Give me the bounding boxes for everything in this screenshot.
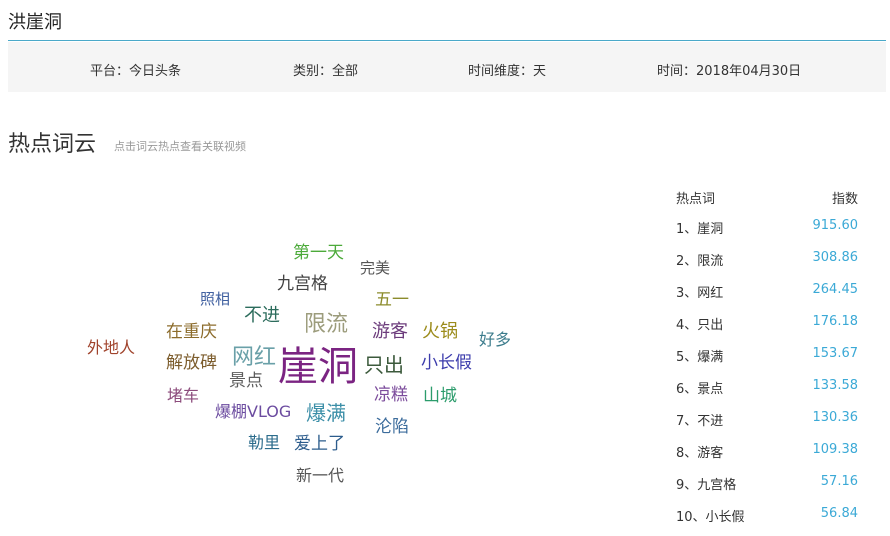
cloud-word[interactable]: 照相 bbox=[200, 292, 230, 307]
ranking-term: 1、崖洞 bbox=[676, 222, 724, 237]
cloud-word[interactable]: 完美 bbox=[360, 261, 390, 276]
ranking-term: 10、小长假 bbox=[676, 510, 745, 525]
filter-time-dimension: 时间维度：天 bbox=[468, 60, 546, 79]
ranking-term: 9、九宫格 bbox=[676, 478, 737, 493]
ranking-score: 56.84 bbox=[820, 506, 858, 521]
ranking-row[interactable]: 9、九宫格 57.16 bbox=[676, 464, 858, 496]
ranking-row[interactable]: 7、不进 130.36 bbox=[676, 400, 858, 432]
cloud-word[interactable]: 外地人 bbox=[87, 340, 135, 356]
cloud-word[interactable]: 五一 bbox=[375, 292, 409, 309]
cloud-word[interactable]: 崖洞 bbox=[278, 347, 358, 387]
cloud-word[interactable]: 新一代 bbox=[296, 468, 344, 484]
ranking-term: 5、爆满 bbox=[676, 350, 724, 365]
ranking-term: 7、不进 bbox=[676, 414, 724, 429]
ranking-score: 130.36 bbox=[812, 410, 859, 425]
ranking-row[interactable]: 2、限流 308.86 bbox=[676, 240, 858, 272]
ranking-term: 6、景点 bbox=[676, 382, 724, 397]
ranking-term: 3、网红 bbox=[676, 286, 724, 301]
cloud-word[interactable]: 九宫格 bbox=[277, 276, 328, 293]
filter-category-label: 类别： bbox=[293, 64, 333, 79]
ranking-row[interactable]: 8、游客 109.38 bbox=[676, 432, 858, 464]
filter-date-label: 时间： bbox=[657, 64, 697, 79]
filter-date: 时间：2018年04月30日 bbox=[657, 60, 801, 79]
cloud-word[interactable]: 火锅 bbox=[422, 323, 458, 341]
cloud-word[interactable]: 在重庆 bbox=[166, 324, 217, 341]
cloud-word[interactable]: 爆满 bbox=[306, 403, 346, 423]
cloud-word[interactable]: 爆棚VLOG bbox=[215, 404, 291, 420]
ranking-term: 2、限流 bbox=[676, 254, 724, 269]
ranking-score: 308.86 bbox=[812, 250, 859, 265]
page-title: 洪崖洞 bbox=[8, 12, 62, 33]
ranking-header-term: 热点词 bbox=[676, 192, 716, 207]
title-divider bbox=[8, 40, 886, 41]
ranking-table: 热点词 指数 1、崖洞 915.60 2、限流 308.86 3、网红 264.45 … bbox=[676, 188, 858, 528]
cloud-word[interactable]: 限流 bbox=[304, 314, 348, 336]
ranking-header: 热点词 指数 bbox=[676, 188, 858, 208]
filter-platform: 平台：今日头条 bbox=[90, 60, 181, 79]
ranking-score: 109.38 bbox=[812, 442, 859, 457]
ranking-row[interactable]: 4、只出 176.18 bbox=[676, 304, 858, 336]
ranking-score: 176.18 bbox=[812, 314, 859, 329]
ranking-term: 8、游客 bbox=[676, 446, 724, 461]
section-title: 热点词云 bbox=[8, 132, 97, 157]
cloud-word[interactable]: 第一天 bbox=[293, 245, 344, 262]
cloud-word[interactable]: 网红 bbox=[232, 347, 276, 369]
ranking-row[interactable]: 6、景点 133.58 bbox=[676, 368, 858, 400]
filter-time-dimension-label: 时间维度： bbox=[468, 64, 534, 79]
filter-category: 类别：全部 bbox=[293, 60, 358, 79]
cloud-word[interactable]: 堵车 bbox=[167, 388, 199, 404]
cloud-word[interactable]: 凉糕 bbox=[374, 387, 408, 404]
cloud-word[interactable]: 游客 bbox=[372, 323, 408, 341]
ranking-row[interactable]: 5、爆满 153.67 bbox=[676, 336, 858, 368]
cloud-word[interactable]: 沦陷 bbox=[375, 419, 409, 436]
cloud-word[interactable]: 不进 bbox=[244, 307, 280, 325]
ranking-row[interactable]: 1、崖洞 915.60 bbox=[676, 208, 858, 240]
ranking-score: 264.45 bbox=[812, 282, 859, 297]
filter-time-dimension-value: 天 bbox=[533, 64, 547, 79]
ranking-term: 4、只出 bbox=[676, 318, 724, 333]
ranking-score: 57.16 bbox=[820, 474, 858, 489]
ranking-score: 153.67 bbox=[812, 346, 859, 361]
ranking-header-score: 指数 bbox=[831, 192, 858, 207]
cloud-word[interactable]: 只出 bbox=[364, 355, 404, 375]
cloud-word[interactable]: 山城 bbox=[423, 388, 457, 405]
ranking-score: 133.58 bbox=[812, 378, 859, 393]
ranking-row[interactable]: 3、网红 264.45 bbox=[676, 272, 858, 304]
cloud-word[interactable]: 小长假 bbox=[421, 355, 472, 372]
filter-category-value: 全部 bbox=[332, 64, 359, 79]
section-hint: 点击词云热点查看关联视频 bbox=[114, 140, 246, 153]
word-cloud: 崖洞 限流 网红 只出 爆满 第一天 完美 九宫格 五一 照相 不进 游客 火锅… bbox=[60, 220, 580, 510]
filter-date-value: 2018年04月30日 bbox=[696, 64, 802, 79]
cloud-word[interactable]: 勒里 bbox=[248, 435, 280, 451]
filter-bar: 平台：今日头条 类别：全部 时间维度：天 时间：2018年04月30日 bbox=[8, 42, 886, 92]
cloud-word[interactable]: 景点 bbox=[229, 373, 263, 390]
cloud-word[interactable]: 爱上了 bbox=[294, 436, 345, 453]
cloud-word[interactable]: 解放碑 bbox=[166, 355, 217, 372]
cloud-word[interactable]: 好多 bbox=[479, 332, 511, 348]
ranking-score: 915.60 bbox=[812, 218, 859, 233]
ranking-row[interactable]: 10、小长假 56.84 bbox=[676, 496, 858, 528]
filter-platform-label: 平台： bbox=[90, 64, 130, 79]
filter-platform-value: 今日头条 bbox=[129, 64, 182, 79]
